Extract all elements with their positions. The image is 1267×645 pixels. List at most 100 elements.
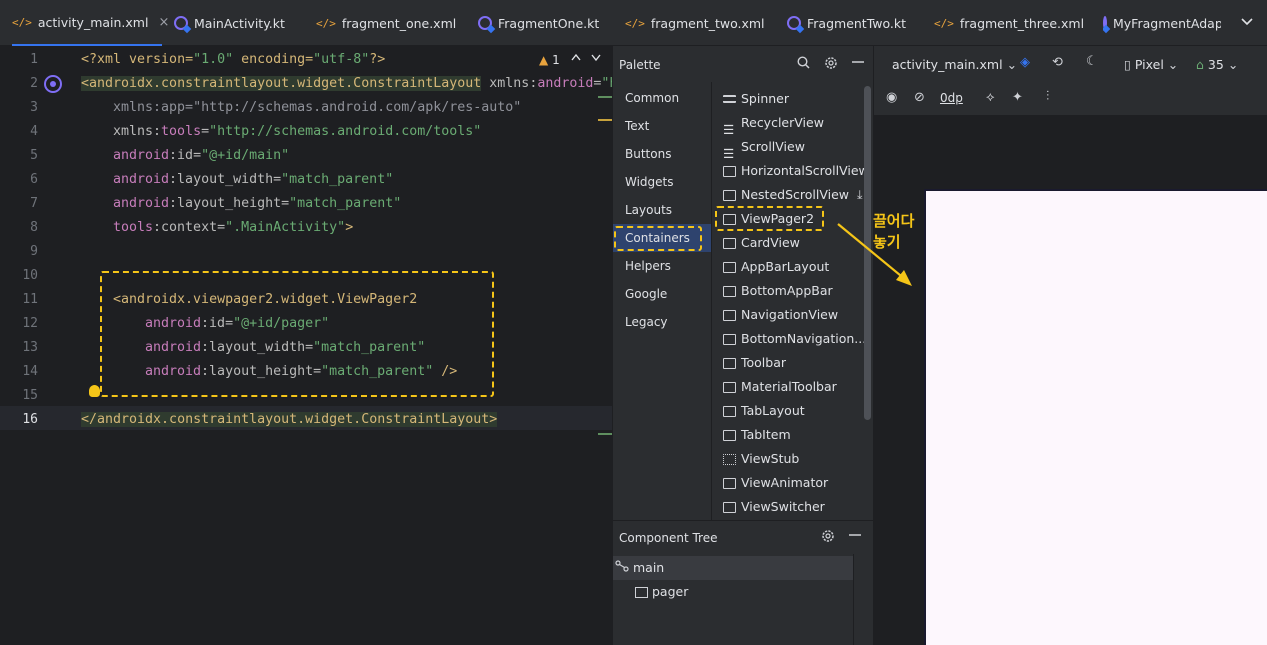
palette-category-widgets[interactable]: Widgets xyxy=(613,168,711,196)
android-context-icon[interactable] xyxy=(44,75,62,93)
search-icon[interactable] xyxy=(797,56,810,74)
tree-node-label: main xyxy=(633,560,665,575)
tab-fragment-one-xml[interactable]: </> fragment_one.xml xyxy=(316,0,456,46)
code-line: android:layout_height="match_parent" xyxy=(113,196,402,211)
palette-item-navigationview[interactable]: NavigationView xyxy=(723,303,838,327)
design-surface-icon[interactable]: ◈ xyxy=(1020,55,1030,70)
line-number: 7 xyxy=(30,196,38,211)
pager-icon xyxy=(635,586,648,598)
tab-fragmenttwo-kt[interactable]: FragmentTwo.kt xyxy=(787,0,906,46)
palette-category-legacy[interactable]: Legacy xyxy=(613,308,711,336)
palette-item-spinner[interactable]: Spinner xyxy=(723,87,789,111)
palette-category-common[interactable]: Common xyxy=(613,84,711,112)
code-line: tools:context=".MainActivity"> xyxy=(113,220,354,235)
tree-node-pager[interactable]: pager xyxy=(613,580,853,604)
orientation-icon[interactable]: ⟲ xyxy=(1052,55,1063,70)
clear-constraints-icon[interactable]: ⟡ xyxy=(986,90,995,105)
code-line: xmlns:app="http://schemas.android.com/ap… xyxy=(113,100,522,115)
line-number: 3 xyxy=(30,100,38,115)
line-number-gutter: 1 2 3 4 5 6 7 8 9 10 11 12 13 14 15 16 xyxy=(0,46,78,645)
drag-drop-annotation: 끌어다 놓기 xyxy=(873,212,915,251)
code-line: <androidx.constraintlayout.widget.Constr… xyxy=(81,76,618,91)
tab-label: MainActivity.kt xyxy=(194,15,285,31)
kotlin-class-icon xyxy=(174,16,188,30)
line-number: 5 xyxy=(30,148,38,163)
kotlin-class-icon xyxy=(478,16,492,30)
line-number: 6 xyxy=(30,172,38,187)
device-preview-canvas[interactable] xyxy=(924,189,1267,645)
line-number: 14 xyxy=(22,364,38,379)
palette-item-scrollview[interactable]: ☰ ScrollView xyxy=(723,135,805,161)
palette-item-viewswitcher[interactable]: ViewSwitcher xyxy=(723,495,825,519)
palette-item-bottomnavigation[interactable]: BottomNavigation... xyxy=(723,327,866,351)
xml-file-icon: </> xyxy=(12,15,32,29)
palette-item-nestedscrollview[interactable]: NestedScrollView ⤓ xyxy=(723,183,863,207)
stub-icon xyxy=(723,453,736,465)
palette-item-tabitem[interactable]: TabItem xyxy=(723,423,791,447)
palette-item-materialtoolbar[interactable]: MaterialToolbar xyxy=(723,375,837,399)
device-selector[interactable]: ▯ Pixel ⌄ xyxy=(1124,57,1178,72)
tab-fragment-three-xml[interactable]: </> fragment_three.xml xyxy=(934,0,1084,46)
lightbulb-icon[interactable] xyxy=(89,385,100,397)
code-area[interactable]: <?xml version="1.0" encoding="utf-8"?> <… xyxy=(78,46,617,645)
tab-activity-main-xml[interactable]: </> activity_main.xml × xyxy=(12,0,169,46)
palette-category-google[interactable]: Google xyxy=(613,280,711,308)
frame-icon xyxy=(723,501,736,513)
code-line: android:id="@+id/main" xyxy=(113,148,290,163)
palette-item-tablayout[interactable]: TabLayout xyxy=(723,399,805,423)
infer-constraints-icon[interactable]: ✦ xyxy=(1012,90,1023,105)
tab-label: fragment_three.xml xyxy=(959,15,1085,31)
palette-item-appbarlayout[interactable]: AppBarLayout xyxy=(723,255,829,279)
tree-divider xyxy=(853,554,854,645)
palette-item-horizontalscrollview[interactable]: HorizontalScrollView xyxy=(723,159,869,183)
tab-icon xyxy=(723,405,736,417)
eye-icon[interactable]: ◉ xyxy=(886,90,897,105)
default-margin-selector[interactable]: 0dp xyxy=(940,91,963,105)
kotlin-class-icon xyxy=(787,16,801,30)
code-editor[interactable]: 1 2 3 4 5 6 7 8 9 10 11 12 13 14 15 16 <… xyxy=(0,46,617,645)
palette-item-bottomappbar[interactable]: BottomAppBar xyxy=(723,279,833,303)
palette-item-cardview[interactable]: CardView xyxy=(723,231,800,255)
line-number: 15 xyxy=(22,388,38,403)
xml-file-icon: </> xyxy=(625,16,645,30)
tab-fragment-two-xml[interactable]: </> fragment_two.xml xyxy=(625,0,765,46)
tab-myfragmentadapter-kt[interactable]: MyFragmentAdapte xyxy=(1103,0,1221,46)
palette-item-viewanimator[interactable]: ViewAnimator xyxy=(723,471,828,495)
palette-divider xyxy=(711,82,712,520)
magnet-off-icon[interactable]: ⊘ xyxy=(914,90,925,105)
guidelines-icon[interactable]: ⫶ xyxy=(1046,89,1049,104)
minimize-icon[interactable] xyxy=(852,56,864,74)
list-icon: ☰ xyxy=(723,145,735,161)
tab-mainactivity-kt[interactable]: MainActivity.kt xyxy=(174,0,285,46)
editor-tab-bar: </> activity_main.xml × MainActivity.kt … xyxy=(0,0,1267,46)
design-editor: activity_main.xml ⌄ ◈ ⟲ ☾ ▯ Pixel ⌄ ⌂ 35… xyxy=(873,46,1267,645)
change-marker xyxy=(598,96,612,98)
gear-icon[interactable] xyxy=(821,529,835,547)
night-mode-icon[interactable]: ☾ xyxy=(1086,54,1098,69)
tree-node-main[interactable]: main xyxy=(613,556,853,580)
api-level-selector[interactable]: ⌂ 35 ⌄ xyxy=(1196,57,1238,72)
problem-navigation[interactable] xyxy=(571,51,601,65)
line-number: 8 xyxy=(30,220,38,235)
palette-category-text[interactable]: Text xyxy=(613,112,711,140)
palette-title: Palette xyxy=(619,58,661,72)
spinner-icon xyxy=(723,95,736,103)
palette-item-toolbar[interactable]: Toolbar xyxy=(723,351,786,375)
palette-category-buttons[interactable]: Buttons xyxy=(613,140,711,168)
line-number: 10 xyxy=(22,268,38,283)
close-icon[interactable]: × xyxy=(158,15,169,30)
warning-indicator[interactable]: ▲ 1 xyxy=(539,53,560,67)
palette-item-viewstub[interactable]: ViewStub xyxy=(723,447,799,471)
palette-item-recyclerview[interactable]: ☰ RecyclerView xyxy=(723,111,824,137)
tab-fragmentone-kt[interactable]: FragmentOne.kt xyxy=(478,0,599,46)
gear-icon[interactable] xyxy=(824,56,838,74)
minimize-icon[interactable] xyxy=(849,529,861,547)
line-number: 2 xyxy=(30,76,38,91)
phone-icon: ▯ xyxy=(1124,57,1131,72)
palette-category-layouts[interactable]: Layouts xyxy=(613,196,711,224)
list-icon: ☰ xyxy=(723,121,735,137)
palette-category-helpers[interactable]: Helpers xyxy=(613,252,711,280)
tab-list-dropdown-icon[interactable] xyxy=(1241,15,1253,29)
download-icon[interactable]: ⤓ xyxy=(857,183,863,207)
layout-file-selector[interactable]: activity_main.xml ⌄ xyxy=(892,57,1017,72)
